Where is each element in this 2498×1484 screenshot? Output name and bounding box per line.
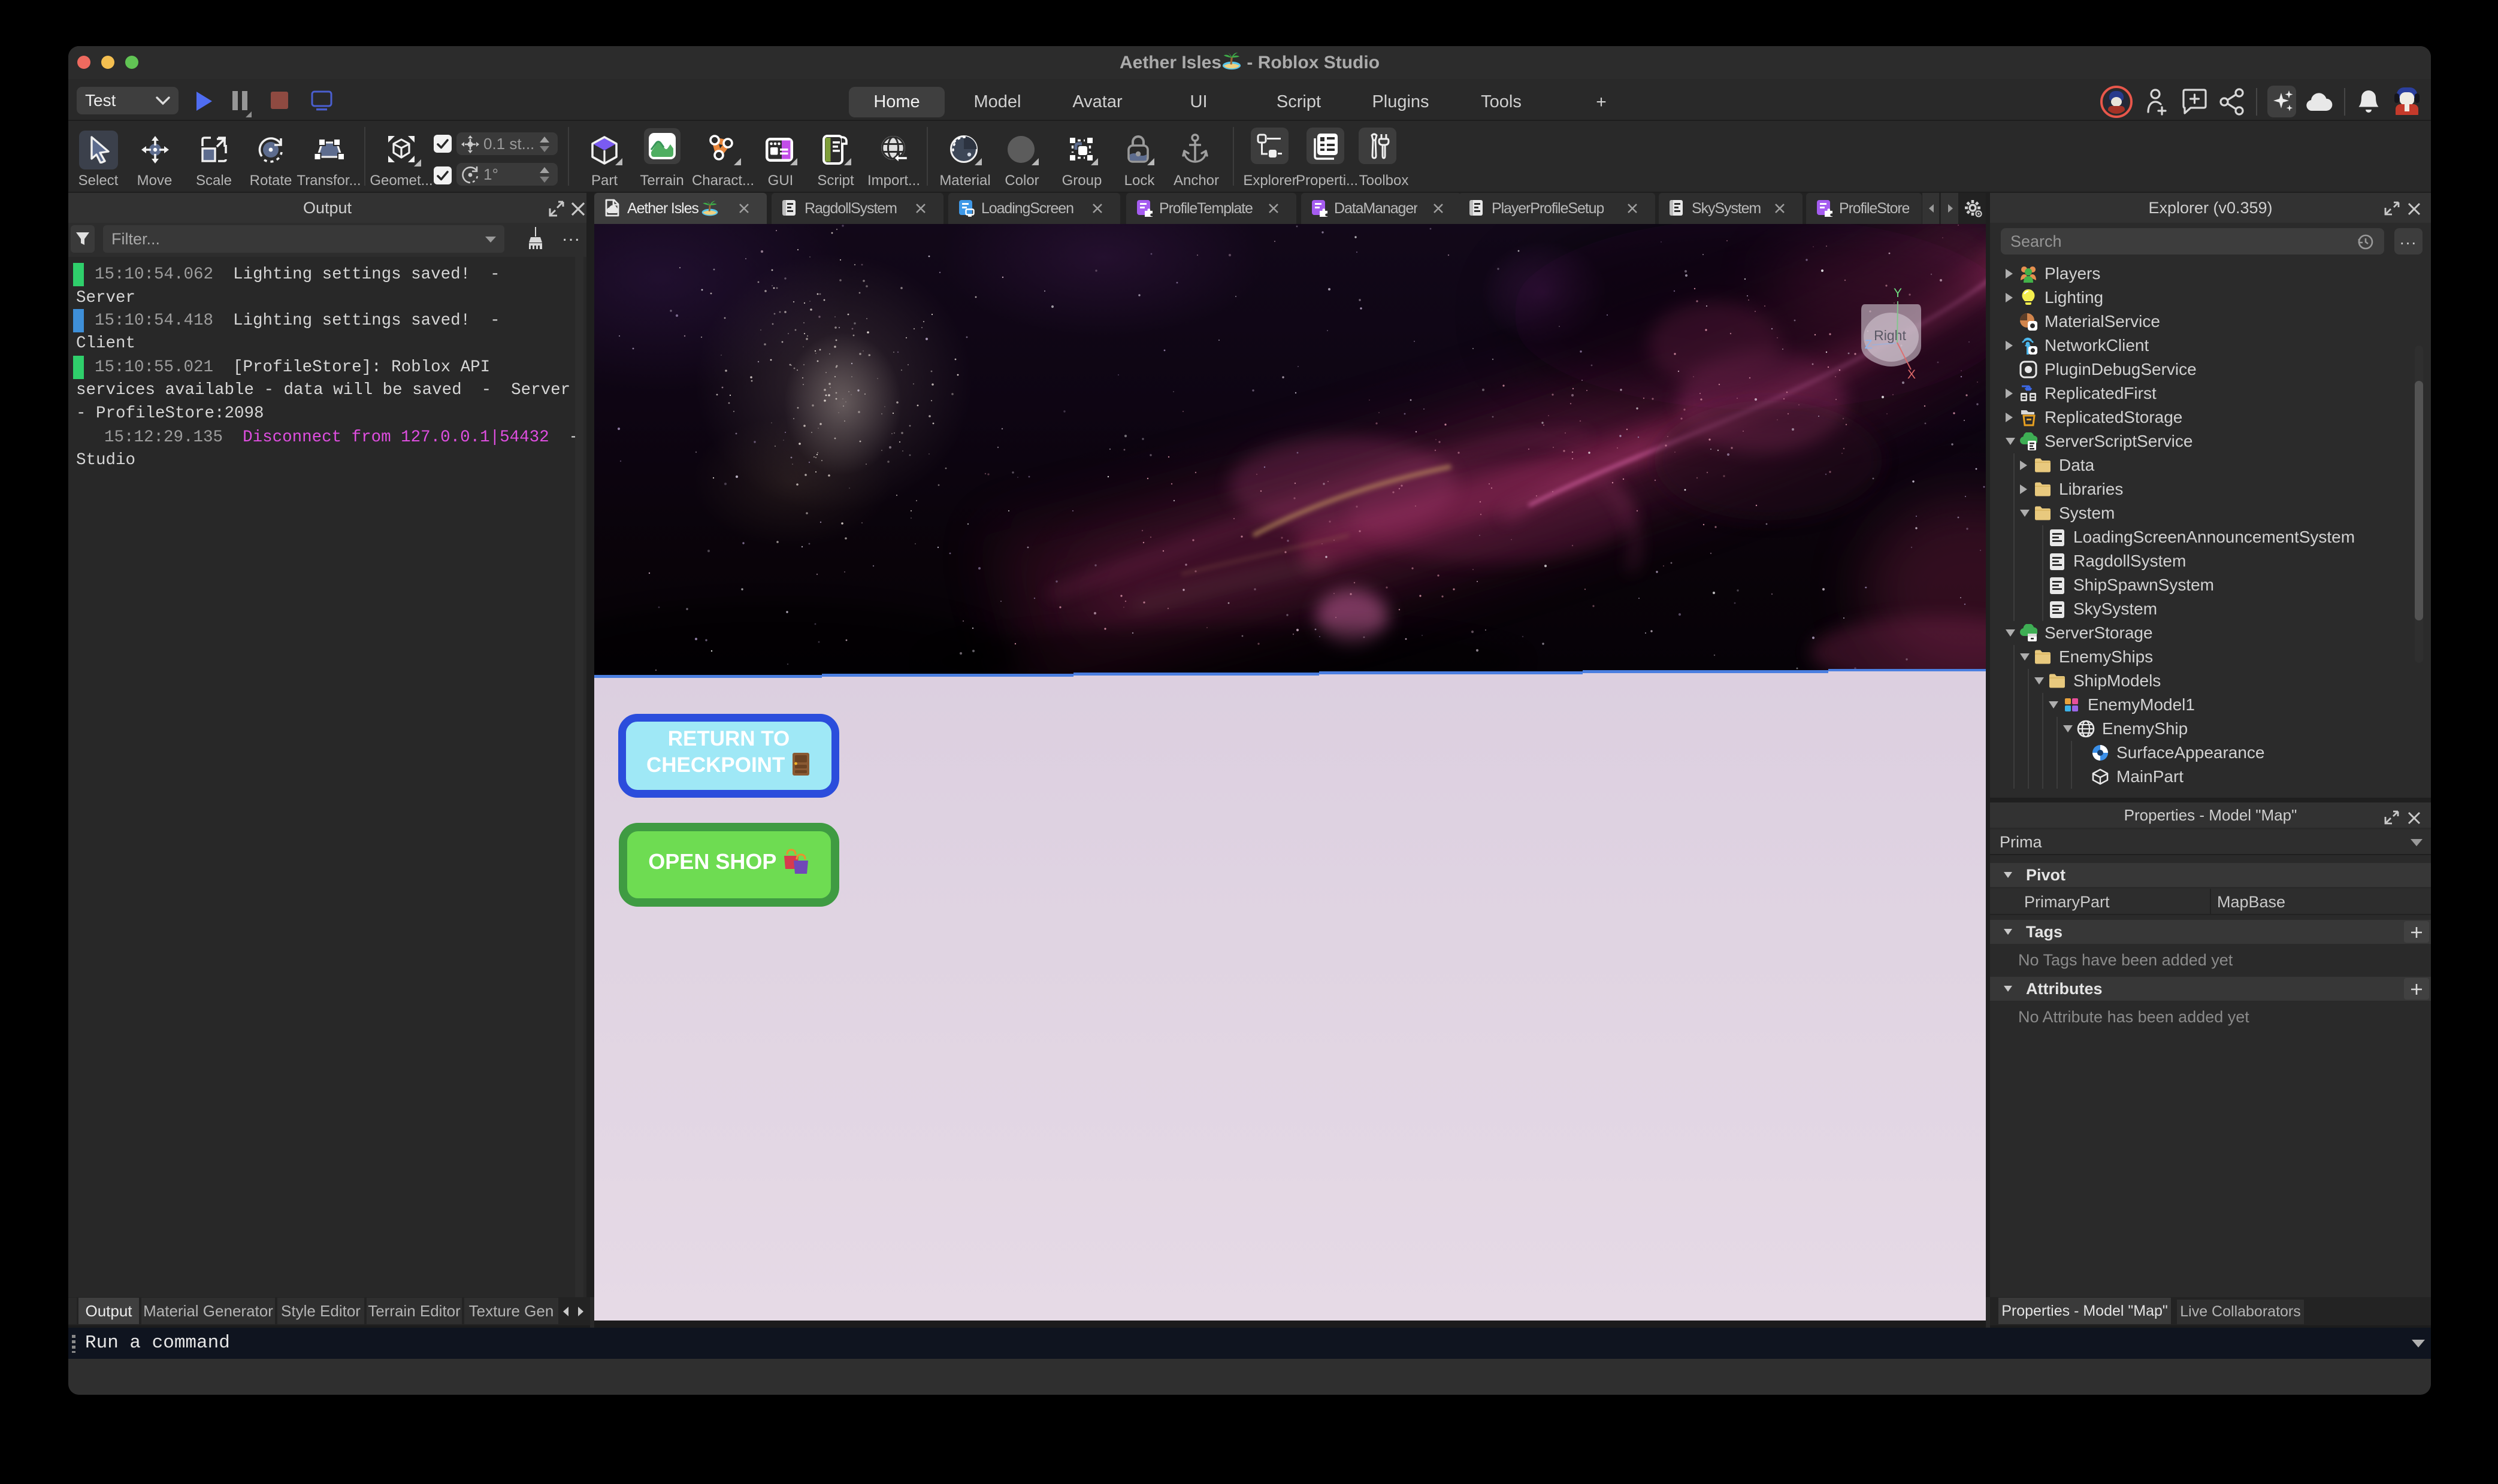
svg-text:Z: Z [1865,338,1873,352]
svg-text:X: X [1907,368,1916,381]
svg-text:Y: Y [1894,286,1902,300]
